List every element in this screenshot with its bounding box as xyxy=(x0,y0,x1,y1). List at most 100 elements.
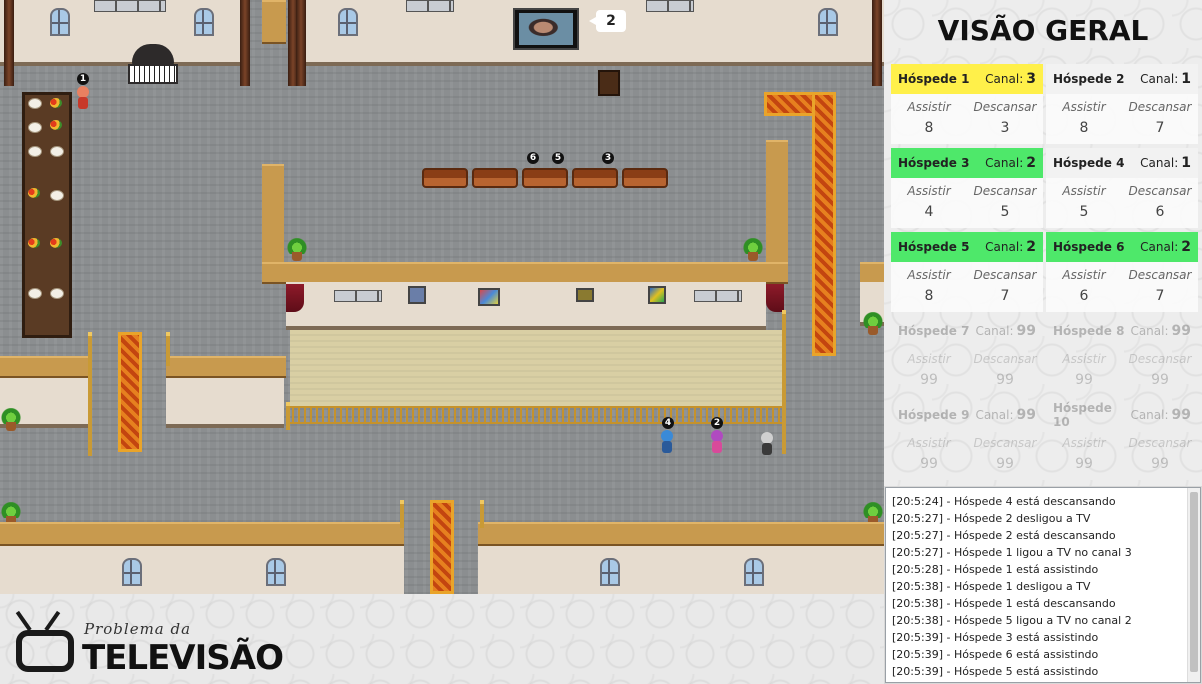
watch-value: 5 xyxy=(1079,204,1089,220)
column xyxy=(240,0,250,86)
dish-icon xyxy=(28,122,42,133)
rest-value: 6 xyxy=(1155,204,1165,220)
bottom-wall-left-face xyxy=(0,546,404,594)
watch-label: Assistir xyxy=(1062,352,1106,366)
lounge-wall-top xyxy=(262,262,788,284)
channel-label: Canal: xyxy=(1130,324,1169,338)
event-log-lines: [20:5:24] - Hóspede 4 está descansando [2… xyxy=(892,493,1186,680)
railing-post xyxy=(782,310,786,454)
guest-card: Hóspede 6 Canal: 2 Assistir Descansar 6 7 xyxy=(1046,232,1198,312)
rest-value: 99 xyxy=(996,372,1014,388)
guest-name: Hóspede 5 xyxy=(898,240,970,254)
watch-value: 8 xyxy=(924,120,934,136)
fruit-bowl-icon xyxy=(28,238,40,248)
log-line: [20:5:39] - Hóspede 5 está assistindo xyxy=(892,665,1099,678)
rest-label: Descansar xyxy=(1128,100,1192,114)
guest-character[interactable] xyxy=(74,86,92,110)
carpet xyxy=(430,500,454,594)
curtain xyxy=(286,284,304,312)
plant-icon xyxy=(862,312,884,336)
window xyxy=(818,8,838,36)
game-map[interactable]: 2 1 6 5 3 4 2 xyxy=(0,0,884,594)
guest-character[interactable] xyxy=(758,432,776,456)
guest-card: Hóspede 9 Canal: 99 Assistir Descansar 99 99 xyxy=(891,400,1043,480)
watch-value: 99 xyxy=(1075,372,1093,388)
painting-icon xyxy=(478,288,500,306)
top-wall-right xyxy=(300,0,884,66)
guest-channel: Canal: 1 xyxy=(1140,71,1191,87)
log-scrollbar-thumb[interactable] xyxy=(1190,492,1198,672)
log-line: [20:5:38] - Hóspede 1 está descansando xyxy=(892,597,1116,610)
guest-channel: Canal: 3 xyxy=(985,71,1036,87)
guest-card: Hóspede 8 Canal: 99 Assistir Descansar 99 99 xyxy=(1046,316,1198,396)
guest-name: Hóspede 10 xyxy=(1053,401,1112,429)
watch-value: 6 xyxy=(1079,288,1089,304)
guest-number: 4 xyxy=(662,417,674,429)
window xyxy=(50,8,70,36)
guest-number: 6 xyxy=(527,152,539,164)
wall-vent xyxy=(646,0,694,12)
rest-value: 7 xyxy=(1155,120,1165,136)
log-line: [20:5:28] - Hóspede 1 está assistindo xyxy=(892,563,1099,576)
tv-screen xyxy=(519,13,573,45)
fruit-bowl-icon xyxy=(50,98,62,108)
guest-channel: Canal: 1 xyxy=(1140,155,1191,171)
guest-card-header: Hóspede 8 Canal: 99 xyxy=(1046,316,1198,346)
guest-card: Hóspede 3 Canal: 2 Assistir Descansar 4 5 xyxy=(891,148,1043,228)
channel-value: 99 xyxy=(1016,323,1036,339)
channel-label: Canal: xyxy=(1140,72,1179,86)
dish-icon xyxy=(28,146,42,157)
window xyxy=(744,558,764,586)
rest-label: Descansar xyxy=(1128,436,1192,450)
watch-value: 8 xyxy=(924,288,934,304)
railing-post xyxy=(480,500,484,528)
window xyxy=(600,558,620,586)
channel-value: 99 xyxy=(1016,407,1036,423)
log-line: [20:5:38] - Hóspede 5 ligou a TV no cana… xyxy=(892,614,1132,627)
guest-character[interactable] xyxy=(708,430,726,454)
dish-icon xyxy=(50,190,64,201)
rest-value: 99 xyxy=(1151,456,1169,472)
event-log[interactable]: [20:5:24] - Hóspede 4 está descansando [2… xyxy=(885,487,1201,683)
rest-label: Descansar xyxy=(1128,352,1192,366)
sofa-icon xyxy=(522,168,568,188)
log-scrollbar[interactable] xyxy=(1187,488,1200,682)
guest-character[interactable] xyxy=(658,430,676,454)
plant-icon xyxy=(286,238,308,262)
guest-channel: Canal: 2 xyxy=(985,155,1036,171)
sofa-icon xyxy=(622,168,668,188)
stage-floor xyxy=(290,330,786,408)
guest-card-header: Hóspede 9 Canal: 99 xyxy=(891,400,1043,430)
dish-icon xyxy=(50,146,64,157)
painting-icon xyxy=(576,288,594,302)
rest-label: Descansar xyxy=(1128,268,1192,282)
log-line: [20:5:27] - Hóspede 2 está descansando xyxy=(892,529,1116,542)
rest-value: 7 xyxy=(1155,288,1165,304)
carpet xyxy=(118,332,142,452)
bottom-wall-right-face xyxy=(478,546,884,594)
watch-label: Assistir xyxy=(907,352,951,366)
log-line: [20:5:27] - Hóspede 1 ligou a TV no cana… xyxy=(892,546,1132,559)
guest-card-header: Hóspede 7 Canal: 99 xyxy=(891,316,1043,346)
sofa-icon xyxy=(472,168,518,188)
rest-label: Descansar xyxy=(973,100,1037,114)
rest-label: Descansar xyxy=(1128,184,1192,198)
watch-value: 4 xyxy=(924,204,934,220)
guest-card-header: Hóspede 6 Canal: 2 xyxy=(1046,232,1198,262)
log-line: [20:5:39] - Hóspede 3 está assistindo xyxy=(892,631,1099,644)
statue-icon xyxy=(742,310,762,354)
watch-value: 8 xyxy=(1079,120,1089,136)
channel-label: Canal: xyxy=(1140,240,1179,254)
logo-subtitle: Problema da xyxy=(84,620,192,638)
guest-channel: Canal: 99 xyxy=(1130,323,1191,339)
guest-channel: Canal: 2 xyxy=(985,239,1036,255)
dish-icon xyxy=(50,288,64,299)
channel-label: Canal: xyxy=(985,156,1024,170)
channel-value: 99 xyxy=(1171,407,1191,423)
television[interactable] xyxy=(513,8,579,50)
panel-title: VISÃO GERAL xyxy=(937,14,1149,47)
guest-number: 2 xyxy=(711,417,723,429)
rest-label: Descansar xyxy=(973,436,1037,450)
stage-railing xyxy=(286,406,784,424)
window xyxy=(266,558,286,586)
